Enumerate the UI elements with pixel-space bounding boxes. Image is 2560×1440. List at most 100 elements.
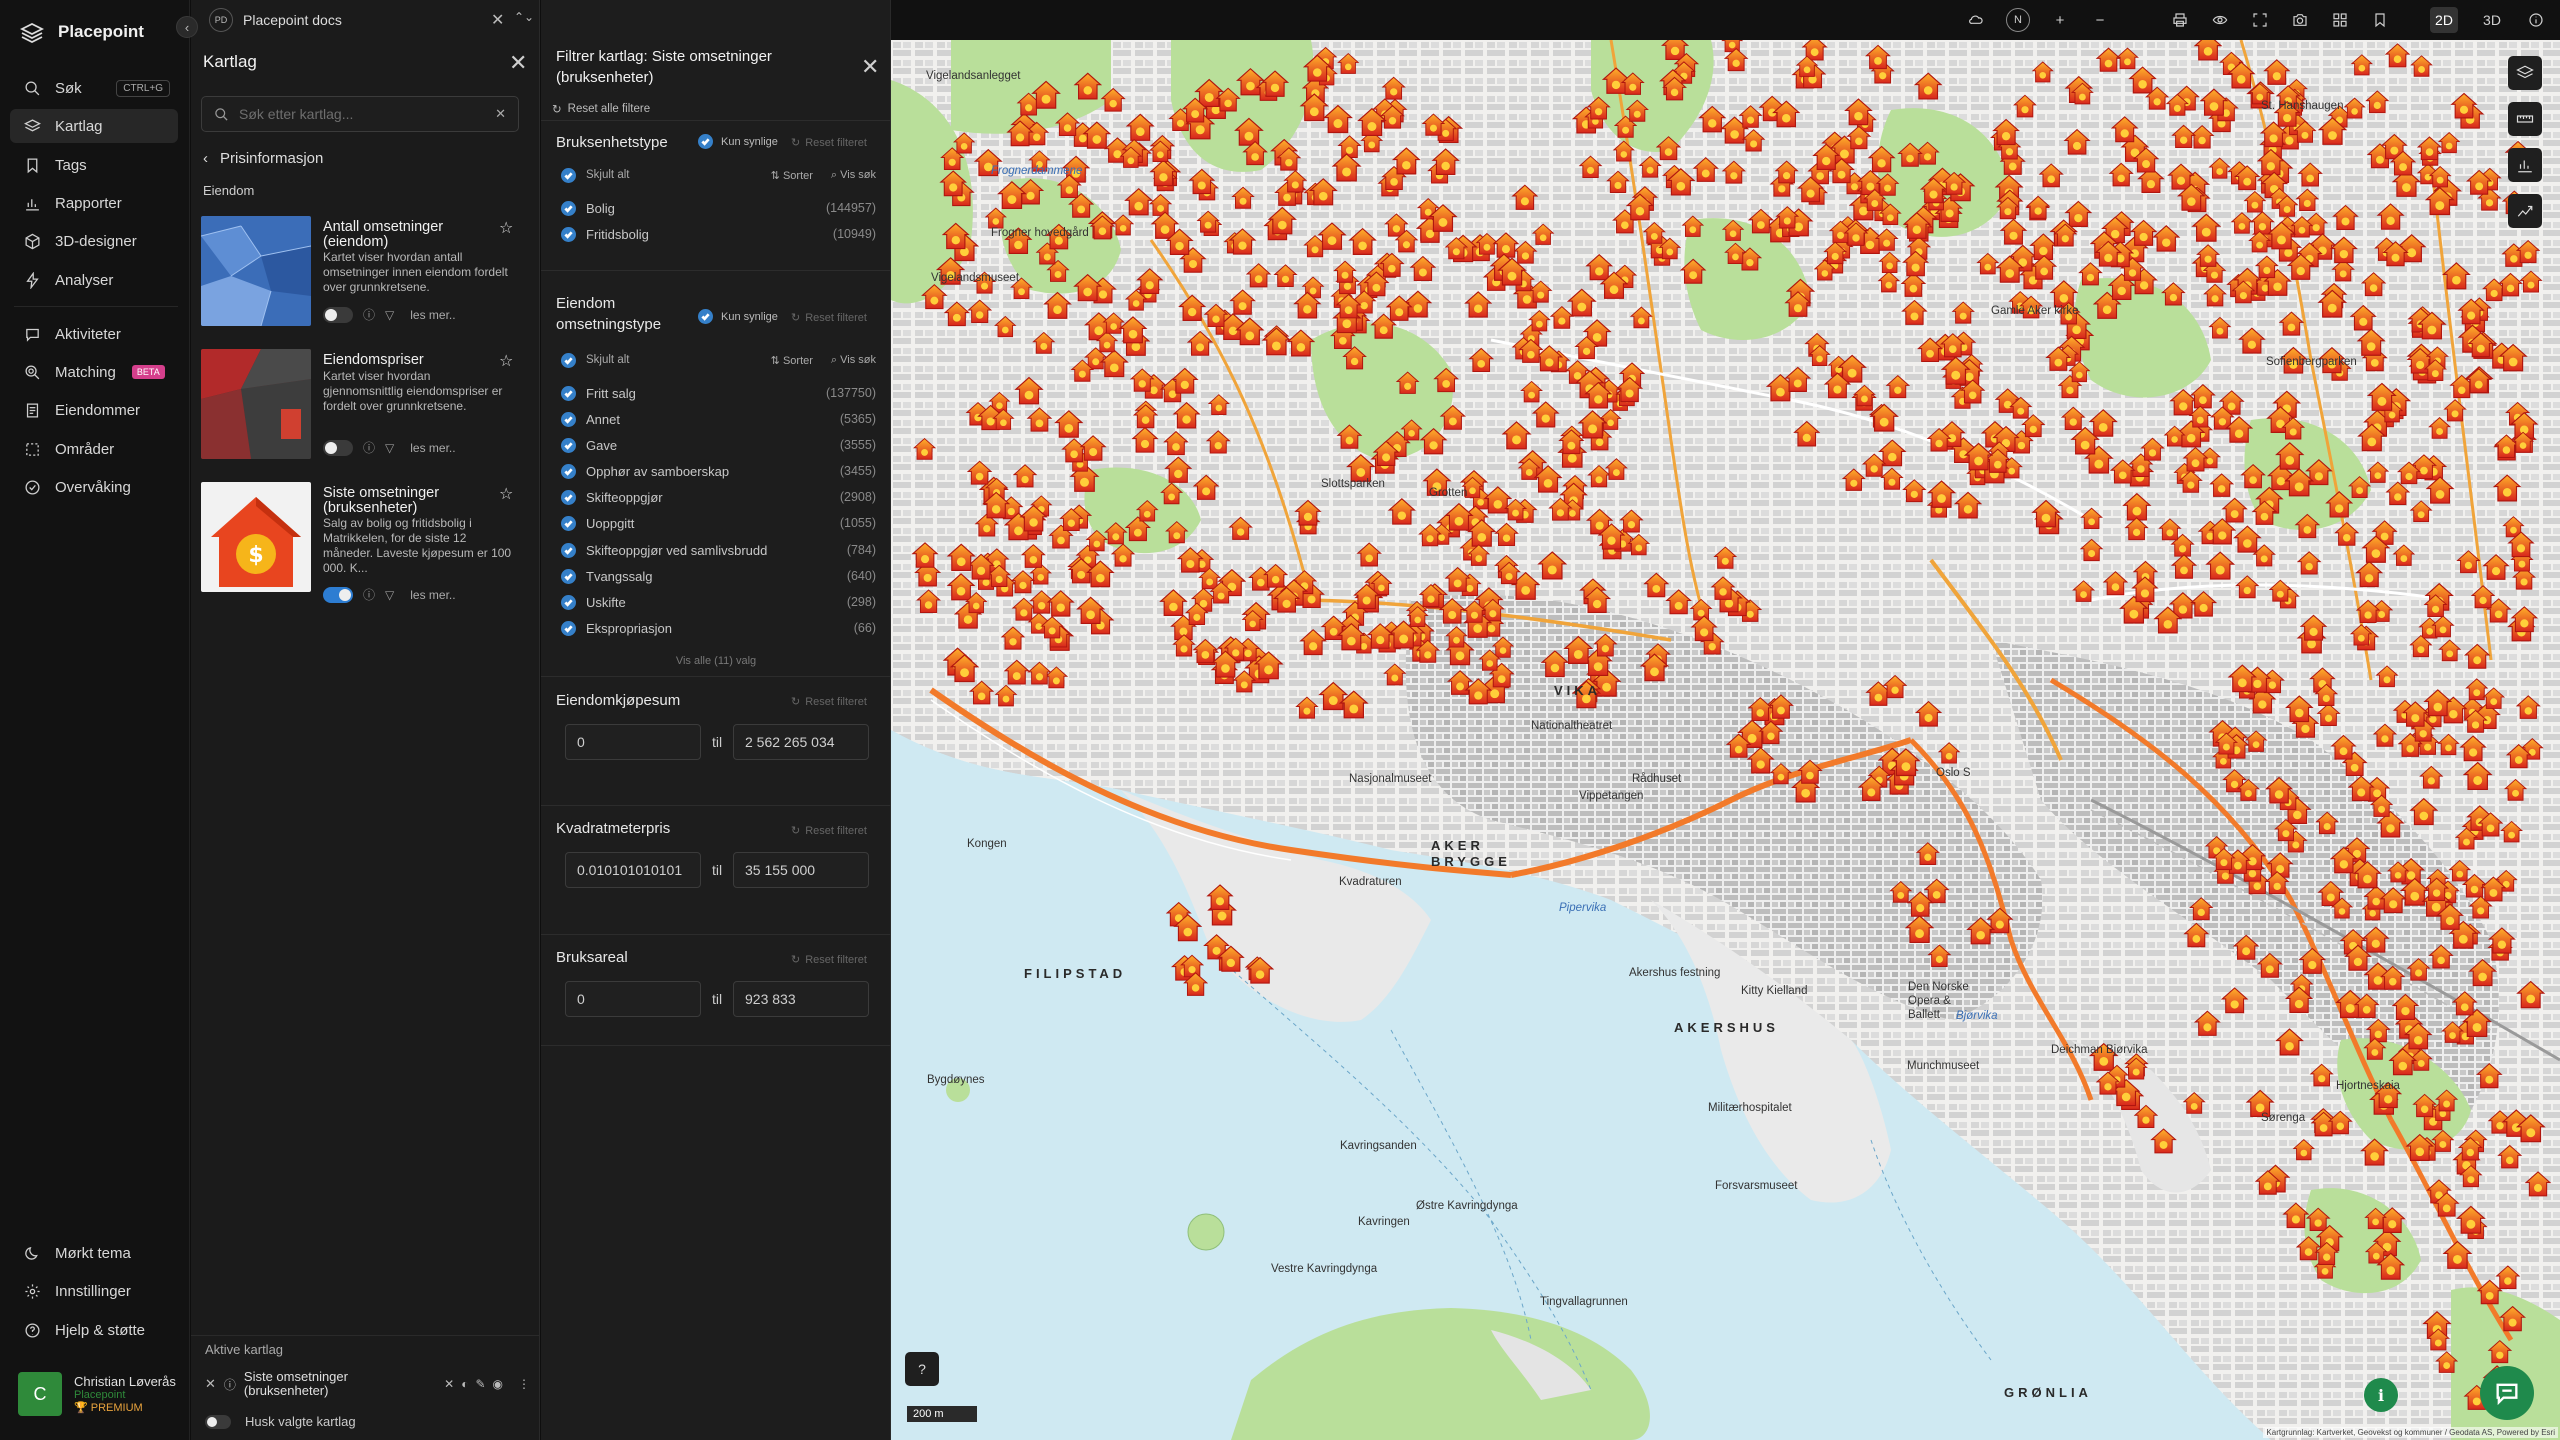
show-all-options-link[interactable]: Vis alle (11) valg bbox=[541, 655, 891, 667]
layers-tool-button[interactable] bbox=[2508, 56, 2542, 90]
filter-option[interactable]: Ekspropriasjon (66) bbox=[561, 618, 876, 638]
reset-filter-button[interactable]: ↻ Reset filteret bbox=[791, 311, 867, 325]
max-price-input[interactable]: 2 562 265 034 bbox=[733, 724, 869, 760]
filter-option[interactable]: Uoppgitt (1055) bbox=[561, 513, 876, 533]
chart-tool-button[interactable] bbox=[2508, 148, 2542, 182]
show-search-button[interactable]: ⌕ Vis søk bbox=[831, 169, 876, 182]
nav-item-aktiviteter[interactable]: Aktiviteter bbox=[10, 317, 178, 351]
sort-button[interactable]: ⇅ Sorter bbox=[771, 169, 813, 182]
collapse-sidebar-button[interactable]: ‹ bbox=[176, 16, 198, 38]
remember-toggle[interactable] bbox=[205, 1414, 231, 1429]
filter-option[interactable]: Opphør av samboerskap (3455) bbox=[561, 461, 876, 481]
nav-item-dark-theme[interactable]: Mørkt tema bbox=[10, 1236, 178, 1270]
hide-all-row[interactable]: Skjult alt ⇅ Sorter ⌕ Vis søk bbox=[561, 165, 876, 185]
nav-item-tags[interactable]: Tags bbox=[10, 148, 178, 182]
active-layer-row[interactable]: ✕ ⓘ Siste omsetninger (bruksenheter) ✕ ◐… bbox=[205, 1368, 530, 1400]
close-panel-icon[interactable]: ✕ bbox=[509, 50, 527, 76]
brand[interactable]: Placepoint bbox=[20, 20, 144, 44]
map-help-button[interactable]: ? bbox=[905, 1352, 939, 1386]
filter-option[interactable]: Bolig (144957) bbox=[561, 198, 876, 218]
info-button[interactable]: i bbox=[2364, 1378, 2398, 1412]
filter-option[interactable]: Fritt salg (137750) bbox=[561, 383, 876, 403]
more-vertical-icon[interactable]: ⋮ bbox=[518, 1377, 530, 1391]
info-icon[interactable]: ⓘ bbox=[363, 586, 375, 603]
chevron-updown-icon[interactable]: ⌃⌄ bbox=[514, 10, 534, 24]
hide-all-row[interactable]: Skjult alt ⇅ Sorter ⌕ Vis søk bbox=[561, 350, 876, 370]
eye-icon[interactable]: ◉ bbox=[493, 1377, 503, 1391]
layer-card[interactable]: Antall omsetninger (eiendom) Kartet vise… bbox=[201, 216, 529, 328]
nav-item-omrader[interactable]: Områder bbox=[10, 432, 178, 466]
layer-toggle[interactable] bbox=[323, 586, 353, 603]
filter-icon[interactable]: ▽ bbox=[385, 588, 394, 602]
filter-option[interactable]: Tvangssalg (640) bbox=[561, 566, 876, 586]
nav-item-analyser[interactable]: Analyser bbox=[10, 263, 178, 297]
nav-item-eiendommer[interactable]: Eiendommer bbox=[10, 393, 178, 427]
reset-filter-button[interactable]: ↻ Reset filteret bbox=[791, 136, 867, 150]
close-tab-icon[interactable]: ✕ bbox=[491, 10, 504, 30]
layer-search-input[interactable] bbox=[239, 106, 479, 122]
reset-all-button[interactable]: ↻ Reset alle filtere bbox=[552, 102, 650, 116]
filter-option[interactable]: Fritidsbolig (10949) bbox=[561, 224, 876, 244]
nav-item-settings[interactable]: Innstillinger bbox=[10, 1274, 178, 1308]
filter-option[interactable]: Skifteoppgjør (2908) bbox=[561, 487, 876, 507]
house-marker[interactable] bbox=[2194, 40, 2222, 61]
compass-button[interactable]: N bbox=[2006, 8, 2030, 32]
only-visible-toggle[interactable]: Kun synlige bbox=[698, 309, 778, 324]
max-area-input[interactable]: 923 833 bbox=[733, 981, 869, 1017]
min-area-input[interactable]: 0 bbox=[565, 981, 701, 1017]
filter-option[interactable]: Annet (5365) bbox=[561, 409, 876, 429]
nav-item-sok[interactable]: Søk CTRL+G bbox=[10, 71, 178, 105]
grid-icon[interactable] bbox=[2330, 10, 2350, 30]
nav-item-overvaking[interactable]: Overvåking bbox=[10, 470, 178, 504]
layer-card[interactable]: $ Siste omsetninger (bruksenheter) Salg … bbox=[201, 482, 529, 603]
analysis-tool-button[interactable] bbox=[2508, 194, 2542, 228]
max-sqm-price-input[interactable]: 35 155 000 bbox=[733, 852, 869, 888]
edit-icon[interactable]: ✎ bbox=[475, 1377, 485, 1391]
read-more-link[interactable]: les mer.. bbox=[410, 588, 455, 602]
clear-icon[interactable]: ✕ bbox=[444, 1377, 454, 1391]
info-icon[interactable]: ⓘ bbox=[363, 306, 375, 323]
nav-item-help[interactable]: Hjelp & støtte bbox=[10, 1313, 178, 1347]
layer-card[interactable]: Eiendomspriser Kartet viser hvordan gjen… bbox=[201, 349, 529, 461]
user-profile[interactable]: C Christian Løverås Placepoint 🏆 PREMIUM bbox=[18, 1372, 176, 1416]
clear-search-icon[interactable]: ✕ bbox=[495, 106, 506, 122]
filter-icon[interactable]: ▽ bbox=[385, 308, 394, 322]
reset-filter-button[interactable]: ↻ Reset filteret bbox=[791, 824, 867, 838]
zoom-in-icon[interactable]: + bbox=[2050, 10, 2070, 30]
nav-item-kartlag[interactable]: Kartlag bbox=[10, 109, 178, 143]
house-marker[interactable] bbox=[1721, 40, 1743, 53]
read-more-link[interactable]: les mer.. bbox=[410, 441, 455, 455]
nav-item-3d-designer[interactable]: 3D-designer bbox=[10, 224, 178, 258]
layer-toggle[interactable] bbox=[323, 306, 353, 323]
view-2d-button[interactable]: 2D bbox=[2430, 7, 2458, 33]
show-search-button[interactable]: ⌕ Vis søk bbox=[831, 354, 876, 367]
nav-item-matching[interactable]: Matching BETA bbox=[10, 355, 178, 389]
print-icon[interactable] bbox=[2170, 10, 2190, 30]
read-more-link[interactable]: les mer.. bbox=[410, 308, 455, 322]
map-canvas[interactable]: FILIPSTAD AKERSHUS GRØNLIA AKER BRYGGE V… bbox=[891, 40, 2560, 1440]
star-icon[interactable]: ☆ bbox=[499, 218, 513, 238]
info-icon[interactable]: ⓘ bbox=[224, 1376, 236, 1393]
document-tab[interactable]: PD Placepoint docs bbox=[191, 0, 540, 40]
info-circle-icon[interactable] bbox=[2526, 10, 2546, 30]
filter-icon[interactable]: ▽ bbox=[385, 441, 394, 455]
view-3d-button[interactable]: 3D bbox=[2478, 7, 2506, 33]
eye-icon[interactable] bbox=[2210, 10, 2230, 30]
measure-tool-button[interactable] bbox=[2508, 102, 2542, 136]
nav-item-rapporter[interactable]: Rapporter bbox=[10, 186, 178, 220]
filter-option[interactable]: Uskifte (298) bbox=[561, 592, 876, 612]
only-visible-toggle[interactable]: Kun synlige bbox=[698, 134, 778, 149]
filter-option[interactable]: Skifteoppgjør ved samlivsbrudd (784) bbox=[561, 540, 876, 560]
info-icon[interactable]: ⓘ bbox=[363, 439, 375, 456]
weather-icon[interactable] bbox=[1966, 10, 1986, 30]
min-sqm-price-input[interactable]: 0.010101010101 bbox=[565, 852, 701, 888]
breadcrumb[interactable]: ‹ Prisinformasjon bbox=[203, 150, 323, 167]
reset-filter-button[interactable]: ↻ Reset filteret bbox=[791, 695, 867, 709]
zoom-out-icon[interactable]: − bbox=[2090, 10, 2110, 30]
filter-option[interactable]: Gave (3555) bbox=[561, 435, 876, 455]
layer-toggle[interactable] bbox=[323, 439, 353, 456]
chat-button[interactable] bbox=[2480, 1366, 2534, 1420]
fullscreen-icon[interactable] bbox=[2250, 10, 2270, 30]
reset-filter-button[interactable]: ↻ Reset filteret bbox=[791, 953, 867, 967]
star-icon[interactable]: ☆ bbox=[499, 484, 513, 504]
